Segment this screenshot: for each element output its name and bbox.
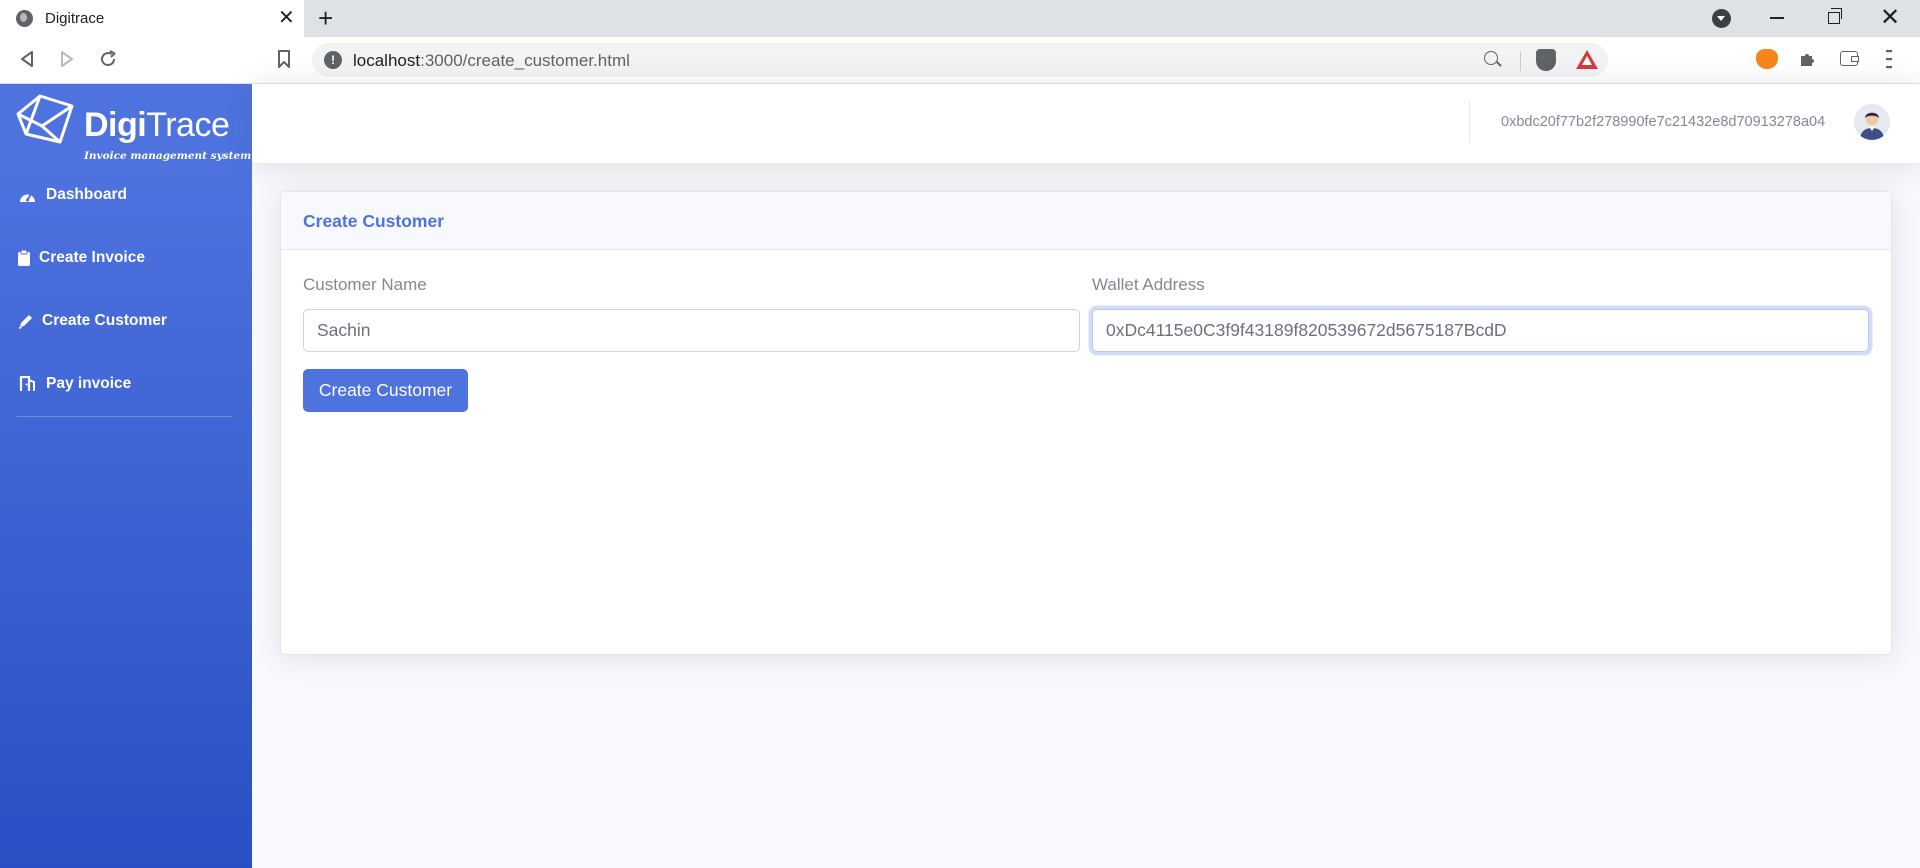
browser-tab-strip: Digitrace ✕ + ✕ — [0, 0, 1920, 37]
brand-tagline: Invoice management system — [84, 150, 252, 162]
card-header: Create Customer — [281, 192, 1891, 250]
back-icon[interactable] — [18, 50, 36, 68]
browser-tab[interactable]: Digitrace ✕ — [0, 0, 304, 37]
connected-wallet-address[interactable]: 0xbdc20f77b2f278990fe7c21432e8d70913278a… — [1501, 114, 1825, 130]
create-customer-button[interactable]: Create Customer — [303, 369, 468, 412]
avatar[interactable] — [1854, 104, 1890, 140]
brand-name: DigiTrace — [84, 106, 230, 144]
tab-title: Digitrace — [45, 10, 105, 27]
restore-icon[interactable] — [1828, 8, 1842, 24]
sidebar-item-pay-invoice[interactable]: Pay invoice — [0, 362, 252, 406]
wallet-address-input[interactable] — [1092, 309, 1869, 352]
wallet-address-label: Wallet Address — [1092, 275, 1205, 294]
tab-search-icon[interactable] — [1712, 9, 1731, 28]
tab-close-icon[interactable]: ✕ — [278, 6, 295, 30]
brave-shields-icon[interactable] — [1536, 49, 1556, 71]
sidebar-divider — [17, 416, 233, 417]
reload-icon[interactable] — [98, 49, 118, 69]
forward-icon[interactable] — [58, 50, 76, 68]
site-info-icon[interactable]: ! — [324, 51, 342, 69]
bookmark-icon[interactable] — [276, 49, 292, 69]
clipboard-icon — [18, 250, 30, 266]
customer-name-label: Customer Name — [303, 275, 427, 294]
card-title: Create Customer — [303, 211, 445, 231]
tachometer-icon — [20, 193, 35, 202]
sidebar: DigiTrace Invoice management system Dash… — [0, 84, 252, 868]
sidebar-item-dashboard[interactable]: Dashboard — [0, 173, 252, 217]
topbar-divider — [1469, 101, 1470, 143]
extensions-icon[interactable] — [1798, 49, 1818, 69]
brave-rewards-icon[interactable] — [1576, 50, 1598, 69]
sidebar-item-label: Create Customer — [42, 312, 167, 329]
user-avatar-icon — [1854, 104, 1890, 140]
customer-name-input[interactable] — [303, 309, 1080, 352]
minimize-icon[interactable] — [1770, 17, 1784, 19]
globe-icon — [16, 10, 33, 27]
address-bar[interactable]: ! localhost:3000/create_customer.html — [312, 43, 1608, 77]
sidebar-item-create-customer[interactable]: Create Customer — [0, 299, 252, 343]
create-customer-card: Create Customer Customer Name Wallet Add… — [280, 191, 1892, 655]
sidebar-item-label: Pay invoice — [46, 375, 132, 392]
metamask-icon[interactable] — [1756, 49, 1778, 69]
zoom-icon[interactable] — [1484, 51, 1498, 65]
door-icon — [19, 376, 35, 391]
window-close-icon[interactable]: ✕ — [1880, 4, 1900, 32]
brand-logo[interactable]: DigiTrace Invoice management system — [12, 90, 251, 162]
wallet-icon[interactable] — [1840, 51, 1859, 66]
cube-logo-icon — [16, 94, 74, 144]
url-text: localhost:3000/create_customer.html — [353, 51, 630, 70]
topbar: 0xbdc20f77b2f278990fe7c21432e8d70913278a… — [252, 84, 1920, 163]
new-tab-button[interactable]: + — [318, 4, 333, 32]
browser-toolbar: ! localhost:3000/create_customer.html — [0, 37, 1920, 84]
menu-icon[interactable] — [1886, 49, 1892, 69]
sidebar-item-label: Dashboard — [46, 186, 127, 203]
sidebar-item-create-invoice[interactable]: Create Invoice — [0, 236, 252, 280]
pen-icon — [18, 315, 32, 329]
sidebar-item-label: Create Invoice — [39, 249, 145, 266]
address-divider — [1520, 51, 1521, 71]
